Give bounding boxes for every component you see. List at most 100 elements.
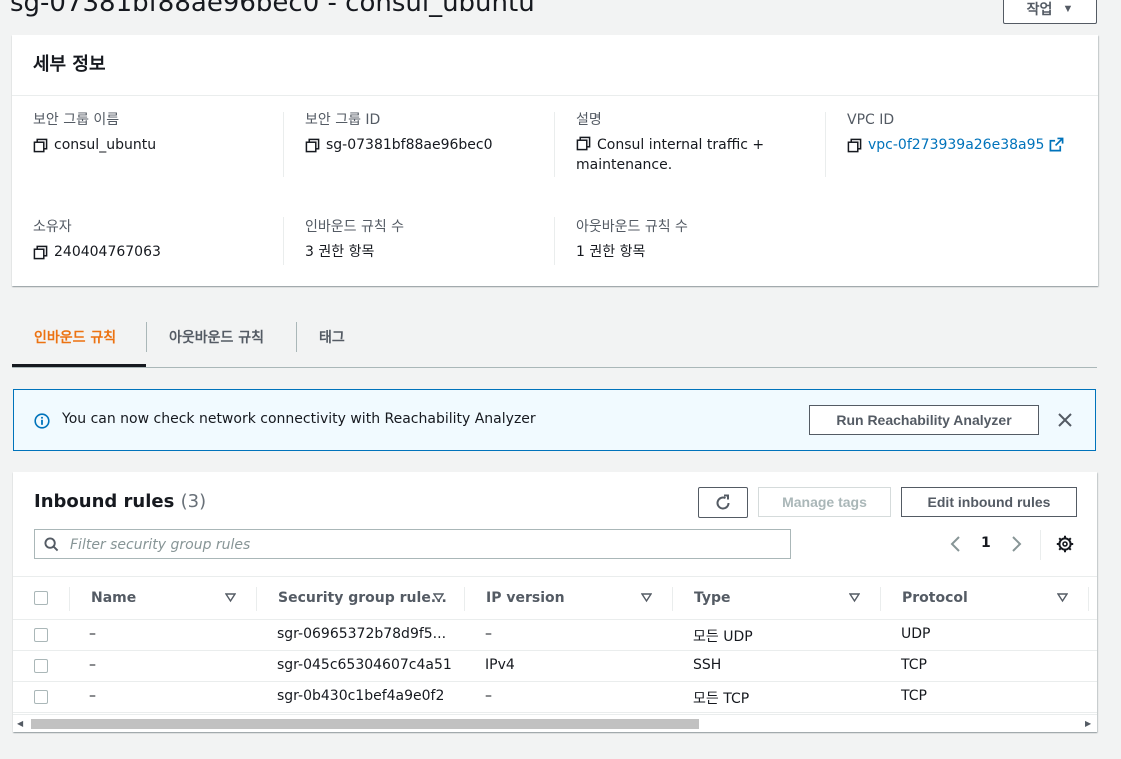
tab-separator <box>146 322 147 352</box>
copy-icon[interactable] <box>33 138 48 153</box>
gear-icon[interactable] <box>1056 535 1074 553</box>
chevron-right-icon[interactable] <box>1008 534 1024 554</box>
field-value: consul_ubuntu <box>54 137 157 153</box>
tab-outbound-rules[interactable]: 아웃바운드 규칙 <box>169 318 264 367</box>
chevron-left-icon[interactable] <box>948 534 964 554</box>
vpc-id-link[interactable]: vpc-0f273939a26e38a95 <box>868 135 1044 155</box>
column-header-type[interactable]: Type <box>694 590 731 606</box>
field-label: 아웃바운드 규칙 수 <box>576 219 688 235</box>
rules-title-text: Inbound rules <box>34 491 175 512</box>
field-label: 인바운드 규칙 수 <box>305 219 405 235</box>
cell-type: 모든 TCP <box>693 691 750 707</box>
tab-inbound-rules[interactable]: 인바운드 규칙 <box>34 318 116 367</box>
copy-icon[interactable] <box>576 136 591 151</box>
table-row[interactable]: – sgr-06965372b78d9f5... – 모든 UDP UDP <box>13 620 1097 651</box>
column-header-ip-version[interactable]: IP version <box>486 590 565 606</box>
active-tab-indicator <box>12 364 146 367</box>
table-header: Name Security group rule... IP version T… <box>13 576 1097 620</box>
table-row[interactable]: – sgr-045c65304607c4a51 IPv4 SSH TCP <box>13 651 1097 682</box>
cell-ip-version: IPv4 <box>485 657 515 673</box>
info-icon <box>34 413 50 429</box>
column-header-rule-id[interactable]: Security group rule... <box>278 590 447 606</box>
sort-down-icon[interactable] <box>1057 592 1068 603</box>
cell-ip-version: – <box>485 688 492 704</box>
cell-ip-version: – <box>485 626 492 642</box>
scroll-left-icon[interactable]: ◀ <box>17 719 23 728</box>
field-value: Consul internal traffic + maintenance. <box>576 137 765 173</box>
column-divider <box>283 217 284 265</box>
cell-name: – <box>89 626 96 642</box>
cell-type: 모든 UDP <box>693 629 753 645</box>
field-description: 설명 Consul internal traffic + maintenance… <box>576 110 806 175</box>
external-link-icon[interactable] <box>1049 137 1064 152</box>
tab-tags[interactable]: 태그 <box>319 318 345 367</box>
refresh-button[interactable] <box>698 487 748 518</box>
select-all-checkbox[interactable] <box>34 591 48 605</box>
copy-icon[interactable] <box>33 245 48 260</box>
details-panel: 세부 정보 보안 그룹 이름 consul_ubuntu 보안 그룹 ID sg… <box>12 35 1098 286</box>
run-reachability-analyzer-button[interactable]: Run Reachability Analyzer <box>809 405 1039 435</box>
pager-separator <box>1040 530 1041 560</box>
field-sg-name: 보안 그룹 이름 consul_ubuntu <box>33 110 273 155</box>
actions-dropdown-button[interactable]: 작업 ▼ <box>1003 0 1097 24</box>
field-label: 보안 그룹 이름 <box>33 112 120 128</box>
search-icon <box>44 537 59 552</box>
copy-icon[interactable] <box>847 138 862 153</box>
field-outbound-count: 아웃바운드 규칙 수 1 권한 항목 <box>576 217 816 262</box>
column-header-protocol[interactable]: Protocol <box>902 590 968 606</box>
row-checkbox[interactable] <box>34 628 48 642</box>
tab-label: 태그 <box>319 330 345 346</box>
horizontal-scrollbar[interactable]: ◀ ▶ <box>13 714 1097 732</box>
field-value: 3 권한 항목 <box>305 244 375 260</box>
column-divider <box>554 112 555 177</box>
details-title: 세부 정보 <box>33 54 106 75</box>
column-divider <box>1088 587 1089 611</box>
tab-label: 아웃바운드 규칙 <box>169 330 265 346</box>
field-value: 240404767063 <box>54 244 161 260</box>
manage-tags-button[interactable]: Manage tags <box>758 487 891 517</box>
scroll-right-icon[interactable]: ▶ <box>1085 719 1091 728</box>
column-header-name[interactable]: Name <box>91 590 136 606</box>
field-label: VPC ID <box>847 112 895 128</box>
field-value: 1 권한 항목 <box>576 244 646 260</box>
field-value: sg-07381bf88ae96bec0 <box>326 137 493 153</box>
copy-icon[interactable] <box>305 138 320 153</box>
search-box <box>34 529 791 559</box>
row-checkbox[interactable] <box>34 659 48 673</box>
column-divider <box>825 112 826 177</box>
row-checkbox[interactable] <box>34 690 48 704</box>
info-text: You can now check network connectivity w… <box>62 411 536 427</box>
field-label: 소유자 <box>33 219 72 235</box>
field-inbound-count: 인바운드 규칙 수 3 권한 항목 <box>305 217 545 262</box>
column-divider <box>69 587 70 611</box>
column-divider <box>256 587 257 611</box>
sort-down-icon[interactable] <box>641 592 652 603</box>
page-title: sg-07381bf88ae96bec0 - consul_ubuntu <box>10 0 535 18</box>
page-number[interactable]: 1 <box>981 535 991 551</box>
table-row[interactable]: – sgr-0b430c1bef4a9e0f2 – 모든 TCP TCP <box>13 682 1097 713</box>
caret-down-icon: ▼ <box>1062 3 1074 15</box>
actions-label: 작업 <box>1026 1 1053 17</box>
search-input[interactable] <box>70 535 770 555</box>
edit-inbound-rules-button[interactable]: Edit inbound rules <box>901 487 1077 517</box>
rules-count: (3) <box>180 491 207 512</box>
inbound-rules-title: Inbound rules (3) <box>34 491 206 512</box>
cell-protocol: TCP <box>901 688 927 704</box>
close-icon[interactable] <box>1056 411 1074 429</box>
cell-rule-id: sgr-06965372b78d9f5... <box>277 626 447 642</box>
cell-protocol: TCP <box>901 657 927 673</box>
scrollbar-thumb[interactable] <box>31 719 699 729</box>
cell-type: SSH <box>693 657 722 673</box>
cell-name: – <box>89 657 96 673</box>
sort-down-icon[interactable] <box>849 592 860 603</box>
field-vpc-id: VPC ID vpc-0f273939a26e38a95 <box>847 110 1092 155</box>
sort-down-icon[interactable] <box>225 592 236 603</box>
field-owner: 소유자 240404767063 <box>33 217 273 262</box>
field-label: 보안 그룹 ID <box>305 112 381 128</box>
info-banner: You can now check network connectivity w… <box>13 389 1096 451</box>
cell-protocol: UDP <box>901 626 931 642</box>
sort-down-icon[interactable] <box>433 592 444 603</box>
column-divider <box>880 587 881 611</box>
inbound-rules-panel: Inbound rules (3) Manage tags Edit inbou… <box>13 472 1097 732</box>
field-label: 설명 <box>576 112 602 128</box>
